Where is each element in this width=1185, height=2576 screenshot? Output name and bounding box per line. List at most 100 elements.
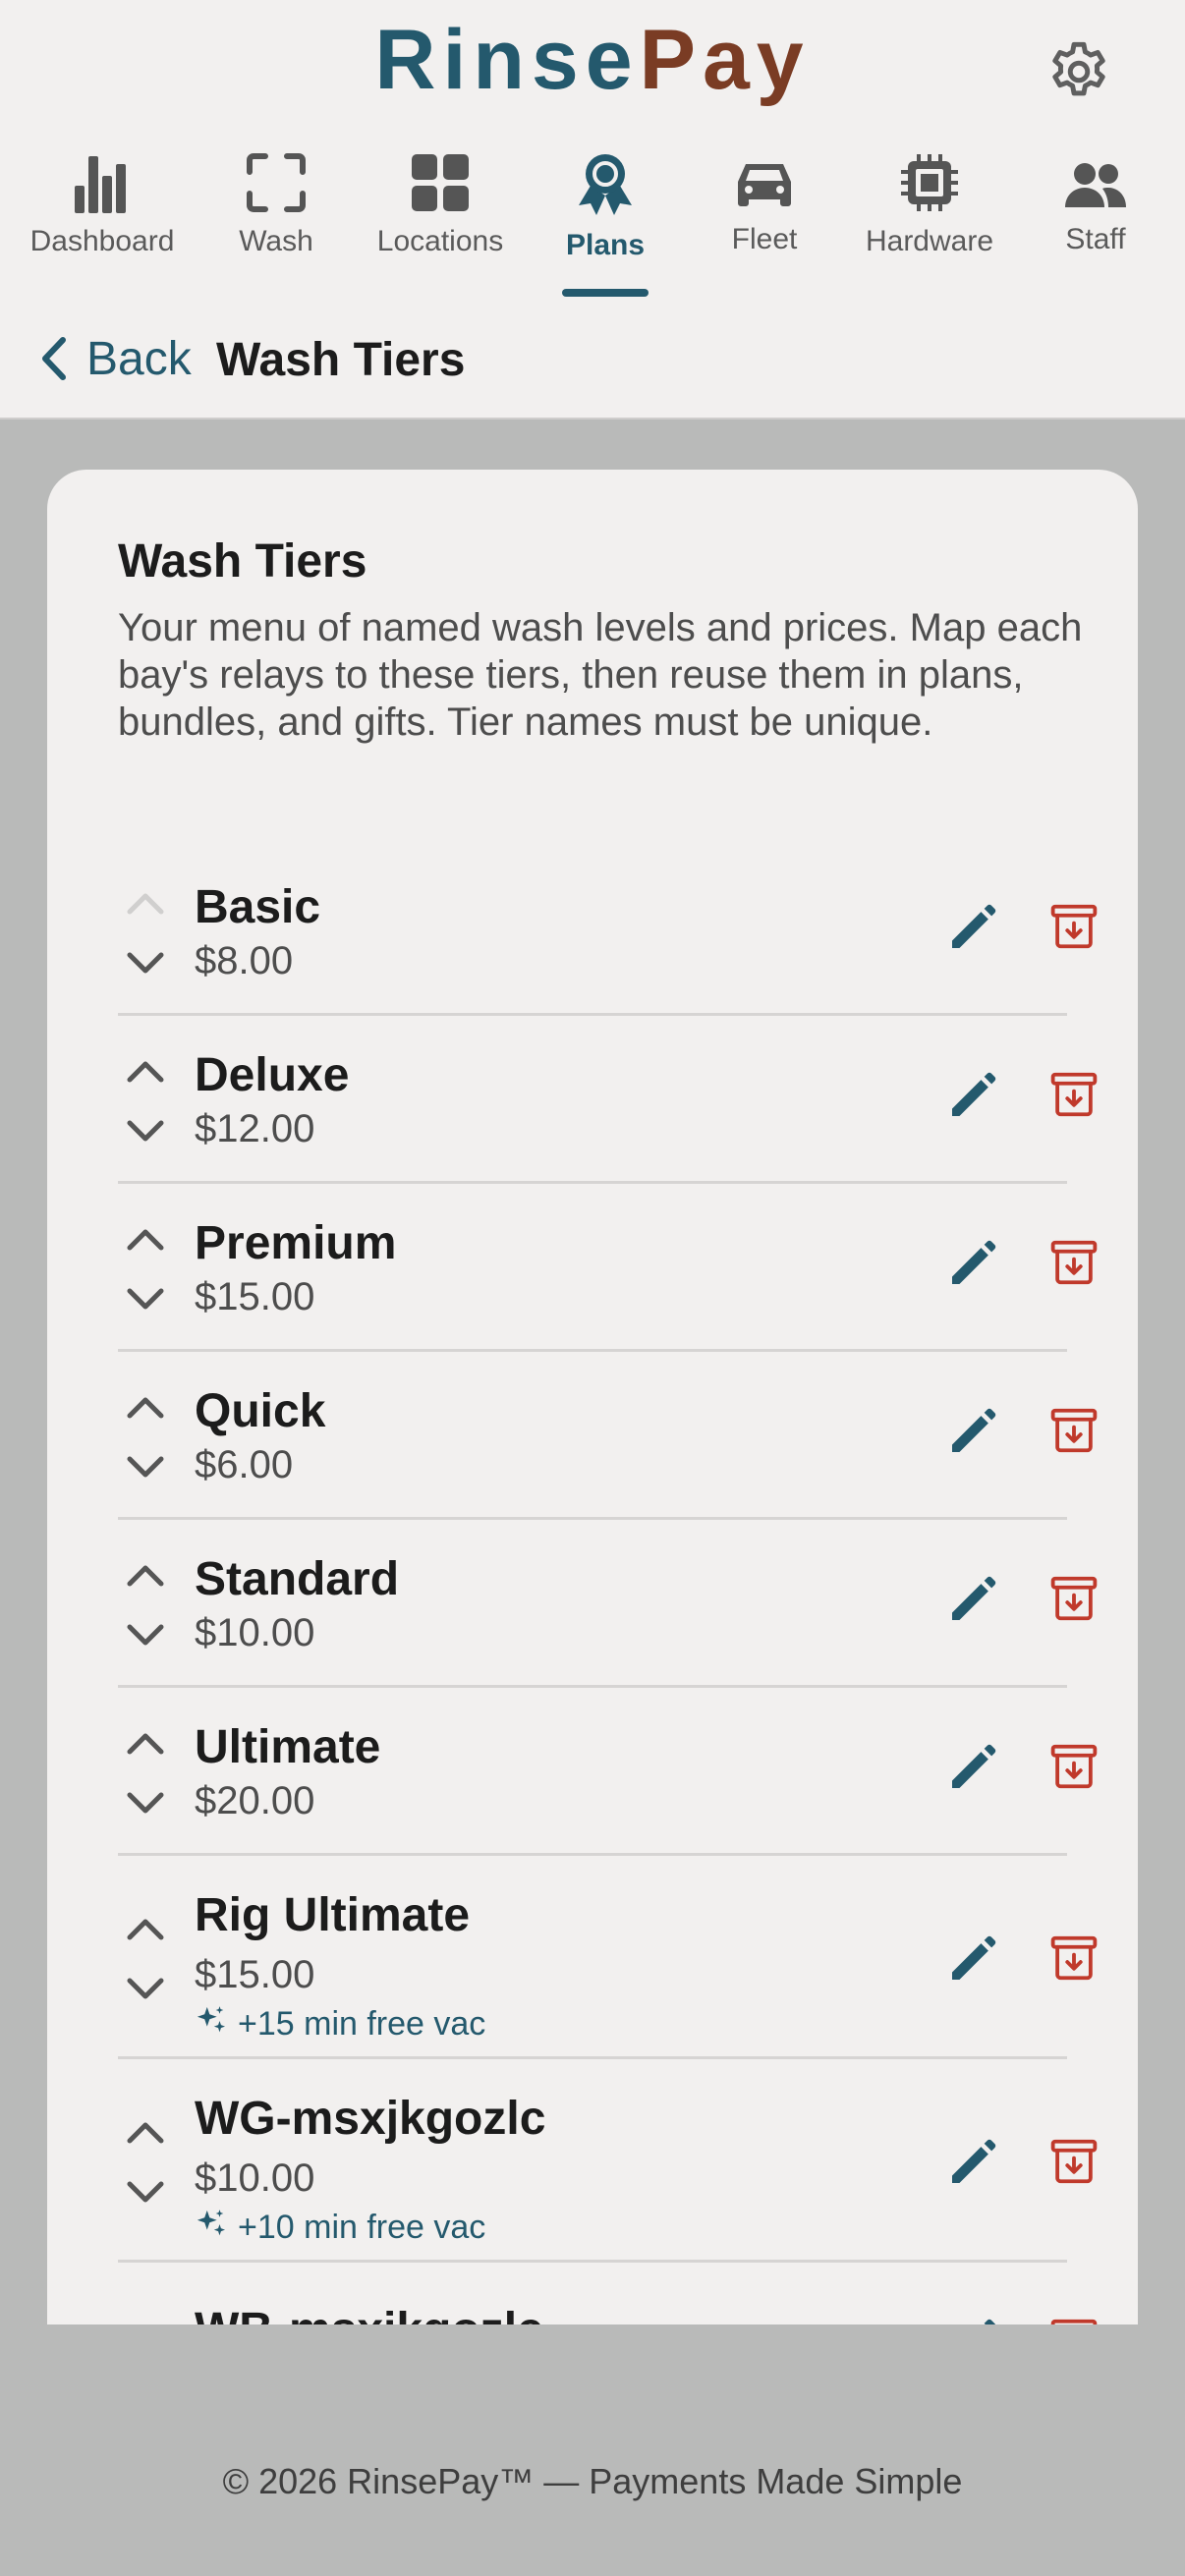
back-label: Back — [86, 332, 192, 385]
edit-pencil-icon[interactable] — [945, 1740, 1000, 1795]
tier-row: WB-msxjkgozlc — [118, 2260, 1098, 2325]
tier-name: WG-msxjkgozlc — [195, 2093, 546, 2145]
move-up-chevron-up-icon[interactable] — [122, 2115, 169, 2151]
tier-row: Basic $8.00 — [118, 845, 1098, 1016]
move-up-chevron-up-icon — [122, 886, 169, 922]
move-down-chevron-down-icon[interactable] — [122, 1113, 169, 1148]
archive-icon[interactable] — [1047, 1236, 1100, 1289]
main-nav: Dashboard Wash Locations Plans Fleet Har… — [0, 152, 1185, 300]
brand-logo: RinsePay — [0, 18, 1185, 102]
nav-label: Hardware — [865, 225, 994, 257]
nav-wash[interactable]: Wash — [193, 152, 360, 300]
settings-gear-icon[interactable] — [1044, 37, 1113, 106]
car-icon — [738, 164, 791, 206]
edit-pencil-icon[interactable] — [945, 1068, 1000, 1123]
tier-price: $6.00 — [195, 1443, 294, 1486]
wash-tiers-card: Wash Tiers Your menu of named wash level… — [47, 470, 1138, 2324]
archive-icon[interactable] — [1047, 2135, 1100, 2188]
archive-icon[interactable] — [1047, 2315, 1100, 2324]
tier-bonus: +10 min free vac — [195, 2208, 485, 2247]
nav-fleet[interactable]: Fleet — [681, 152, 848, 300]
tier-row: WG-msxjkgozlc $10.00 +10 min free vac — [118, 2056, 1098, 2263]
move-up-chevron-up-icon[interactable] — [122, 1558, 169, 1594]
footer-copyright: © 2026 RinsePay™ — Payments Made Simple — [222, 2461, 963, 2501]
nav-label: Staff — [1065, 223, 1126, 255]
edit-pencil-icon[interactable] — [945, 1932, 1000, 1987]
nav-locations[interactable]: Locations — [357, 152, 524, 300]
back-button[interactable]: Back — [39, 327, 192, 390]
app-header: RinsePay Dashboard Wash Locations Plans … — [0, 0, 1185, 302]
tier-row: Ultimate $20.00 — [118, 1685, 1098, 1856]
nav-plans[interactable]: Plans — [522, 152, 689, 300]
tier-price: $15.00 — [195, 1953, 315, 1996]
move-up-chevron-up-icon[interactable] — [122, 1726, 169, 1762]
edit-pencil-icon[interactable] — [945, 2315, 1000, 2324]
tier-row: Rig Ultimate $15.00 +15 min free vac — [118, 1853, 1098, 2059]
edit-pencil-icon[interactable] — [945, 900, 1000, 955]
tier-name: Quick — [195, 1385, 326, 1437]
move-down-chevron-down-icon[interactable] — [122, 1281, 169, 1316]
archive-icon[interactable] — [1047, 1404, 1100, 1457]
tier-name: Basic — [195, 881, 321, 933]
tier-name: Deluxe — [195, 1049, 350, 1101]
chevron-left-icon — [42, 337, 66, 380]
move-down-chevron-down-icon[interactable] — [122, 945, 169, 980]
sub-header: Back Wash Tiers — [0, 300, 1185, 420]
move-up-chevron-up-icon[interactable] — [122, 1912, 169, 1947]
brand-part-2: Pay — [639, 13, 811, 107]
scan-frame-icon — [247, 153, 306, 212]
tier-bonus-text: +10 min free vac — [238, 2209, 486, 2246]
nav-label: Locations — [376, 225, 504, 257]
archive-icon[interactable] — [1047, 1740, 1100, 1793]
edit-pencil-icon[interactable] — [945, 1404, 1000, 1459]
brand-part-1: Rinse — [374, 13, 640, 107]
card-title: Wash Tiers — [118, 535, 367, 588]
tier-bonus: +15 min free vac — [195, 2004, 485, 2044]
edit-pencil-icon[interactable] — [945, 1236, 1000, 1291]
sparkle-icon — [195, 2208, 238, 2247]
edit-pencil-icon[interactable] — [945, 1572, 1000, 1627]
tier-price: $20.00 — [195, 1779, 315, 1822]
tier-row: Premium $15.00 — [118, 1181, 1098, 1352]
tier-row: Deluxe $12.00 — [118, 1013, 1098, 1184]
chip-icon — [901, 154, 958, 211]
archive-icon[interactable] — [1047, 1572, 1100, 1625]
nav-label: Fleet — [731, 223, 798, 255]
tier-name: WB-msxjkgozlc — [195, 2307, 543, 2325]
move-down-chevron-down-icon[interactable] — [122, 1785, 169, 1820]
move-up-chevron-up-icon[interactable] — [122, 1054, 169, 1090]
move-down-chevron-down-icon[interactable] — [122, 1971, 169, 2006]
move-down-chevron-down-icon[interactable] — [122, 2174, 169, 2210]
sparkle-icon — [195, 2004, 238, 2044]
nav-dashboard[interactable]: Dashboard — [19, 152, 186, 300]
tier-name: Standard — [195, 1553, 400, 1605]
archive-icon[interactable] — [1047, 1068, 1100, 1121]
tier-row: Quick $6.00 — [118, 1349, 1098, 1520]
tier-name: Ultimate — [195, 1721, 381, 1773]
tier-name: Rig Ultimate — [195, 1889, 471, 1941]
people-icon — [1065, 163, 1126, 207]
tier-bonus-text: +15 min free vac — [238, 2005, 486, 2043]
edit-pencil-icon[interactable] — [945, 2135, 1000, 2190]
page-title: Wash Tiers — [216, 334, 466, 386]
move-down-chevron-down-icon[interactable] — [122, 1449, 169, 1484]
tier-row: Standard $10.00 — [118, 1517, 1098, 1688]
archive-icon[interactable] — [1047, 1932, 1100, 1985]
move-up-chevron-up-icon[interactable] — [122, 1390, 169, 1426]
nav-hardware[interactable]: Hardware — [846, 152, 1013, 300]
tier-price: $10.00 — [195, 2156, 315, 2200]
nav-staff[interactable]: Staff — [1012, 152, 1179, 300]
grid-icon — [412, 154, 469, 211]
tier-name: Premium — [195, 1217, 397, 1269]
tier-price: $12.00 — [195, 1107, 315, 1150]
move-up-chevron-up-icon[interactable] — [122, 1222, 169, 1258]
award-ribbon-icon — [579, 154, 632, 215]
nav-label: Wash — [239, 225, 313, 257]
nav-label: Plans — [565, 229, 646, 261]
archive-icon[interactable] — [1047, 900, 1100, 953]
move-up-chevron-up-icon[interactable] — [122, 2321, 169, 2324]
card-description: Your menu of named wash levels and price… — [118, 606, 1083, 744]
tier-price: $8.00 — [195, 939, 294, 982]
move-down-chevron-down-icon[interactable] — [122, 1617, 169, 1652]
active-tab-indicator — [562, 289, 649, 297]
